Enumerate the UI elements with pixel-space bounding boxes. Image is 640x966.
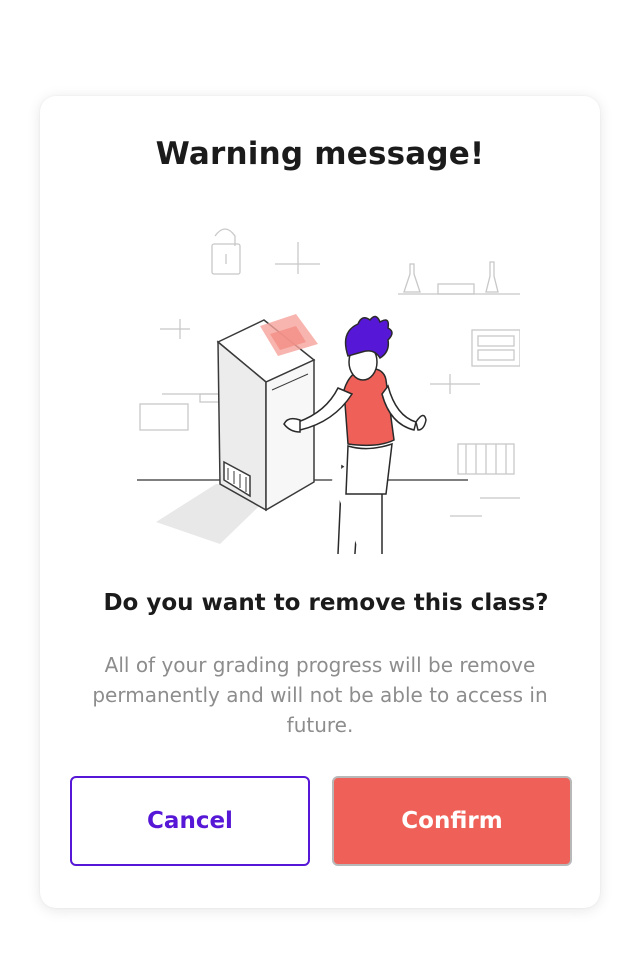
dialog-description: All of your grading progress will be rem… xyxy=(92,653,548,737)
dialog-title: Warning message! xyxy=(155,136,485,172)
person-shredding-document-illustration xyxy=(137,228,520,554)
page: Warning message! Do you want to remove t… xyxy=(0,0,640,966)
dialog-question: Do you want to remove this class? xyxy=(103,590,549,616)
confirm-button[interactable]: Confirm xyxy=(332,776,572,866)
cancel-button[interactable]: Cancel xyxy=(70,776,310,866)
warning-dialog: Warning message! Do you want to remove t… xyxy=(40,96,600,908)
